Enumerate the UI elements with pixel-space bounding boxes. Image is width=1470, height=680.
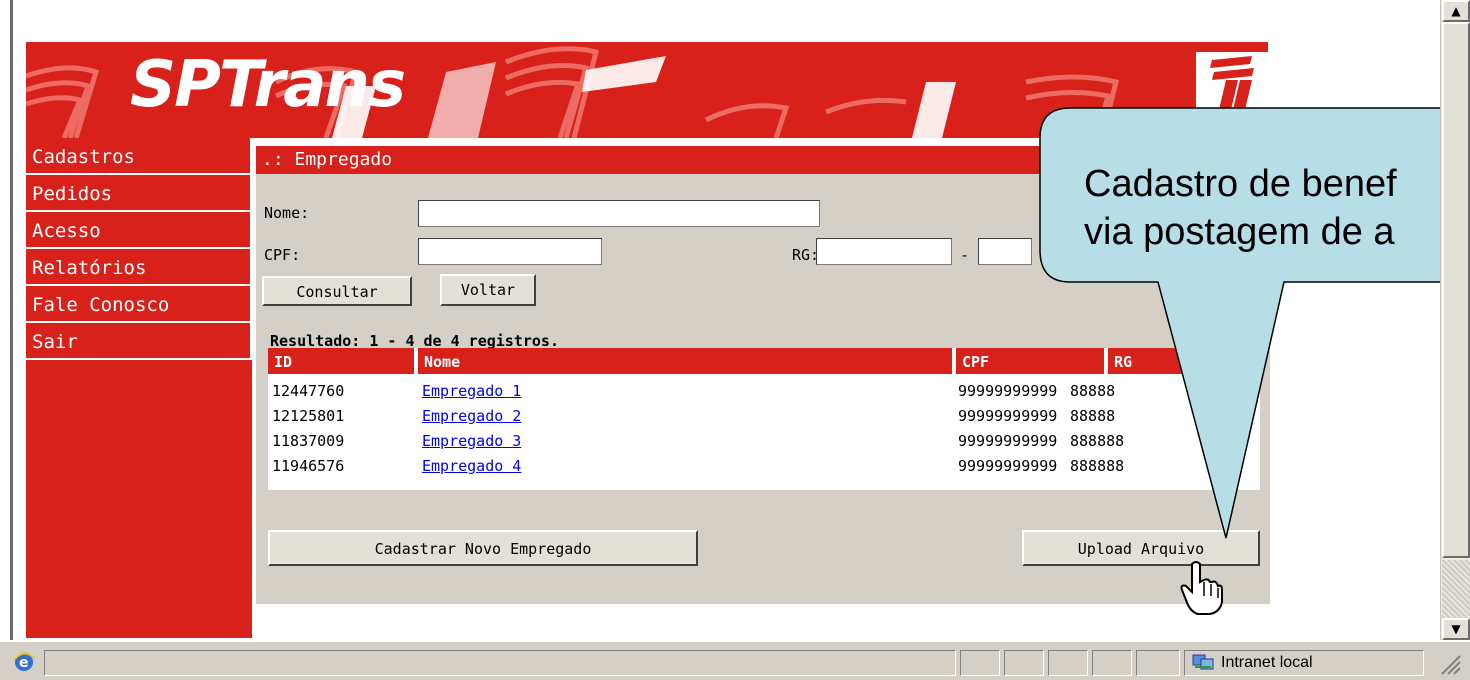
cell-cpf: 99999999999 [958,407,1058,425]
cell-rg: 888888 [1070,432,1125,450]
cell-cpf: 99999999999 [958,457,1058,475]
scroll-down-arrow-icon[interactable]: ▼ [1442,618,1470,640]
nome-input[interactable] [418,200,820,227]
sidebar-item-sair[interactable]: Sair [26,323,252,360]
sidebar-item-cadastros[interactable]: Cadastros [26,138,252,175]
results-table: ID Nome CPF RG 12447760 Empregado 1 9999… [268,348,1260,490]
cell-id: 12447760 [272,382,345,400]
cell-id: 11946576 [272,457,345,475]
column-header-cpf: CPF [956,348,1104,374]
nome-label: Nome: [264,204,310,222]
employee-link[interactable]: Empregado 2 [422,407,521,425]
vertical-scrollbar[interactable]: ▲ ▼ [1440,0,1470,640]
svg-text:e: e [19,655,29,671]
rg-separator: - [960,246,970,264]
table-row: 12447760 Empregado 1 99999999999 88888 [268,382,1260,405]
callout-text: Cadastro de benef via postagem de a [1084,160,1470,256]
rg-digit-input[interactable] [978,238,1032,265]
table-row: 11837009 Empregado 3 99999999999 888888 [268,432,1260,455]
cpf-input[interactable] [418,238,602,265]
cell-rg: 88888 [1070,382,1116,400]
security-zone[interactable]: Intranet local [1184,650,1424,676]
status-pane [960,650,1000,676]
employee-link[interactable]: Empregado 3 [422,432,521,450]
cell-rg: 88888 [1070,407,1116,425]
status-bar: e Intranet local [0,640,1470,680]
header-banner: SPTrans SPTrans [26,42,1268,138]
frame-divider [10,0,13,640]
cell-rg: 888888 [1070,457,1125,475]
cell-cpf: 99999999999 [958,432,1058,450]
sidebar-item-fale-conosco[interactable]: Fale Conosco [26,286,252,323]
hand-pointer-icon [1180,561,1223,615]
table-row: 12125801 Empregado 2 99999999999 88888 [268,407,1260,430]
scroll-up-arrow-icon[interactable]: ▲ [1442,0,1470,22]
table-header: ID Nome CPF RG [268,348,1260,374]
cell-id: 12125801 [272,407,345,425]
logo-caption: SPTrans [1198,118,1248,131]
cell-cpf: 99999999999 [958,382,1058,400]
upload-file-button[interactable]: Upload Arquivo [1022,530,1260,566]
status-pane [1004,650,1044,676]
status-pane [1092,650,1132,676]
resize-grip-icon[interactable] [1436,650,1462,676]
rg-input[interactable] [816,238,952,265]
consultar-button[interactable]: Consultar [262,276,412,306]
status-text-pane [44,650,956,676]
scroll-track[interactable] [1442,560,1470,620]
left-frame-edge [0,0,26,640]
employee-link[interactable]: Empregado 1 [422,382,521,400]
column-header-nome: Nome [418,348,952,374]
sidebar-item-acesso[interactable]: Acesso [26,212,252,249]
cpf-label: CPF: [264,246,301,264]
zone-label: Intranet local [1221,654,1313,671]
status-pane [1048,650,1088,676]
scroll-thumb[interactable] [1442,22,1470,558]
table-row: 11946576 Empregado 4 99999999999 888888 [268,457,1260,480]
voltar-button[interactable]: Voltar [440,274,536,306]
column-header-rg: RG [1108,348,1260,374]
sidebar-menu: Cadastros Pedidos Acesso Relatórios Fale… [26,138,252,638]
banner-title: SPTrans [130,48,406,122]
cell-id: 11837009 [272,432,345,450]
intranet-zone-icon [1192,654,1214,670]
sidebar-item-pedidos[interactable]: Pedidos [26,175,252,212]
column-header-id: ID [268,348,414,374]
status-pane [1136,650,1180,676]
ie-icon: e [13,652,35,671]
add-employee-button[interactable]: Cadastrar Novo Empregado [268,530,698,566]
employee-link[interactable]: Empregado 4 [422,457,521,475]
callout-line-1: Cadastro de benef [1084,163,1397,205]
sidebar-item-relatorios[interactable]: Relatórios [26,249,252,286]
callout-line-2: via postagem de a [1084,211,1395,253]
